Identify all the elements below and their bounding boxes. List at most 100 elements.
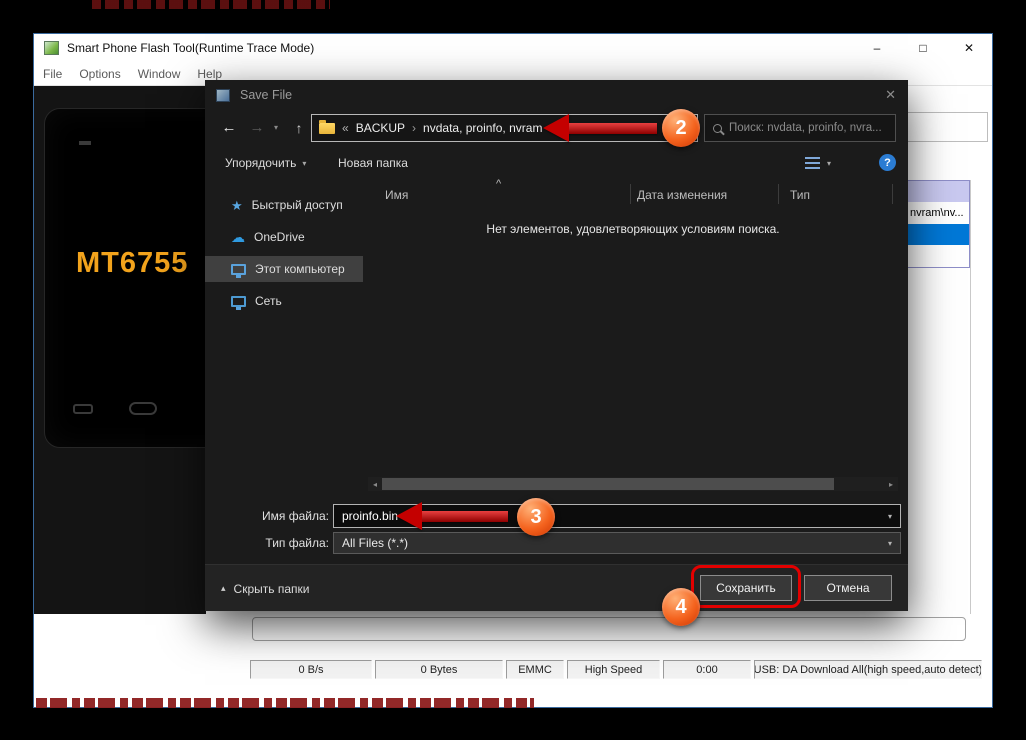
organize-caret-icon: ▾ [302, 158, 307, 168]
folder-icon [319, 119, 335, 134]
column-header-date[interactable]: Дата изменения [637, 188, 727, 202]
status-mode: USB: DA Download All(high speed,auto det… [754, 660, 982, 679]
hide-folders-caret-icon: ▴ [221, 583, 226, 593]
breadcrumb-separator-icon: › [412, 121, 417, 135]
dialog-footer: ▴ Скрыть папки Сохранить Отмена [205, 564, 908, 611]
scroll-right-icon[interactable]: ▸ [884, 477, 898, 491]
filename-dropdown-icon[interactable]: ▾ [888, 512, 892, 521]
dialog-toolbar: Упорядочить ▾ Новая папка ▾ ? [205, 150, 908, 176]
filetype-select[interactable]: All Files (*.*) ▾ [333, 532, 901, 554]
view-list-icon[interactable] [805, 157, 820, 169]
menu-options[interactable]: Options [79, 67, 120, 81]
breadcrumb-current[interactable]: nvdata, proinfo, nvram [423, 121, 542, 135]
sidebar-item-network[interactable]: Сеть [205, 288, 363, 314]
search-box [704, 114, 896, 142]
phone-logo-mark [79, 141, 91, 145]
menu-help[interactable]: Help [197, 67, 222, 81]
sidebar-item-this-pc[interactable]: Этот компьютер [205, 256, 363, 282]
phone-chipset-label: MT6755 [76, 247, 189, 279]
arrow-head-icon [396, 502, 422, 530]
file-list-area: ^ Имя Дата изменения Тип Нет элементов, … [368, 178, 898, 492]
status-speed: 0 B/s [250, 660, 372, 679]
column-header-type[interactable]: Тип [790, 188, 810, 202]
hide-folders-label: Скрыть папки [233, 581, 310, 596]
menu-window[interactable]: Window [138, 67, 181, 81]
filetype-label: Тип файла: [265, 536, 329, 550]
horizontal-scrollbar[interactable]: ◂ ▸ [368, 477, 898, 491]
annotation-step-2-badge: 2 [662, 109, 700, 147]
filename-label: Имя файла: [262, 509, 329, 523]
status-bytes: 0 Bytes [375, 660, 503, 679]
annotation-save-highlight [691, 565, 801, 608]
network-icon [231, 295, 246, 310]
cancel-button[interactable]: Отмена [804, 575, 892, 601]
window-controls: – □ ✕ [854, 34, 992, 62]
red-arrow-annotation-filename [396, 502, 508, 530]
organize-label: Упорядочить [225, 156, 297, 170]
sidebar-label: Этот компьютер [255, 262, 345, 276]
list-row-nvram[interactable]: nvram\nv... [908, 202, 969, 224]
column-divider [630, 184, 631, 204]
dialog-sidebar: ★ Быстрый доступ ☁ OneDrive Этот компьют… [205, 180, 365, 440]
dialog-icon [216, 88, 230, 102]
annotation-step-3-badge: 3 [517, 498, 555, 536]
red-arrow-annotation-breadcrumb [543, 114, 657, 142]
search-input[interactable] [729, 122, 887, 134]
star-icon: ★ [231, 197, 243, 213]
sidebar-item-onedrive[interactable]: ☁ OneDrive [205, 224, 363, 250]
scrollbar-thumb[interactable] [382, 478, 834, 490]
hide-folders-button[interactable]: ▴ Скрыть папки [221, 565, 309, 612]
search-icon [713, 123, 722, 133]
breadcrumb-overflow[interactable]: « [342, 121, 349, 135]
scroll-left-icon[interactable]: ◂ [368, 477, 382, 491]
column-divider [778, 184, 779, 204]
dialog-title: Save File [240, 88, 293, 102]
filetype-dropdown-icon[interactable]: ▾ [888, 539, 892, 548]
empty-results-message: Нет элементов, удовлетворяющих условиям … [486, 222, 780, 236]
column-divider [892, 184, 893, 204]
close-button[interactable]: ✕ [946, 34, 992, 62]
back-icon[interactable]: ← [219, 114, 239, 142]
filename-value: proinfo.bin [342, 509, 399, 523]
menu-file[interactable]: File [43, 67, 62, 81]
annotation-step-4-badge: 4 [662, 588, 700, 626]
list-row-highlighted[interactable] [908, 181, 969, 202]
sidebar-label: OneDrive [254, 230, 305, 244]
dialog-titlebar: Save File ✕ [205, 80, 908, 110]
history-dropdown-icon[interactable]: ▾ [269, 114, 283, 142]
breadcrumb-root[interactable]: BACKUP [356, 121, 405, 135]
organize-button[interactable]: Упорядочить ▾ [225, 150, 306, 176]
device-preview-panel: MT6755 [34, 86, 206, 614]
list-row-selected[interactable] [908, 224, 969, 245]
arrow-head-icon [543, 114, 569, 142]
column-header-name[interactable]: Имя [385, 188, 408, 202]
up-icon[interactable]: ↑ [289, 114, 309, 142]
view-caret-icon[interactable]: ▾ [827, 159, 831, 168]
help-icon[interactable]: ? [879, 154, 896, 171]
phone-home-button-icon [129, 402, 157, 415]
panel-divider [970, 180, 971, 614]
sidebar-label: Быстрый доступ [251, 198, 343, 212]
partition-list-edge: nvram\nv... [908, 86, 992, 614]
screenshot-root: Smart Phone Flash Tool(Runtime Trace Mod… [0, 0, 1026, 740]
save-file-dialog: Save File ✕ ← → ▾ ↑ « BACKUP › nvdata, p… [205, 80, 908, 611]
status-bar: 0 B/s 0 Bytes EMMC High Speed 0:00 USB: … [250, 660, 982, 679]
filetype-value: All Files (*.*) [342, 536, 409, 550]
app-icon [44, 41, 59, 55]
minimize-button[interactable]: – [854, 34, 900, 62]
status-time: 0:00 [663, 660, 751, 679]
arrow-tail [422, 511, 508, 522]
maximize-button[interactable]: □ [900, 34, 946, 62]
forward-icon[interactable]: → [247, 114, 267, 142]
cloud-icon: ☁ [231, 229, 245, 245]
sidebar-item-quick-access[interactable]: ★ Быстрый доступ [205, 192, 363, 218]
progress-bar [252, 617, 966, 641]
sort-caret-icon[interactable]: ^ [496, 178, 501, 190]
phone-button-icon [73, 404, 93, 414]
window-title: Smart Phone Flash Tool(Runtime Trace Mod… [67, 41, 315, 55]
dialog-close-icon[interactable]: ✕ [885, 87, 896, 103]
sidebar-label: Сеть [255, 294, 282, 308]
new-folder-button[interactable]: Новая папка [338, 150, 408, 176]
status-usb-speed: High Speed [567, 660, 660, 679]
cropped-watermark-top [92, 0, 330, 9]
